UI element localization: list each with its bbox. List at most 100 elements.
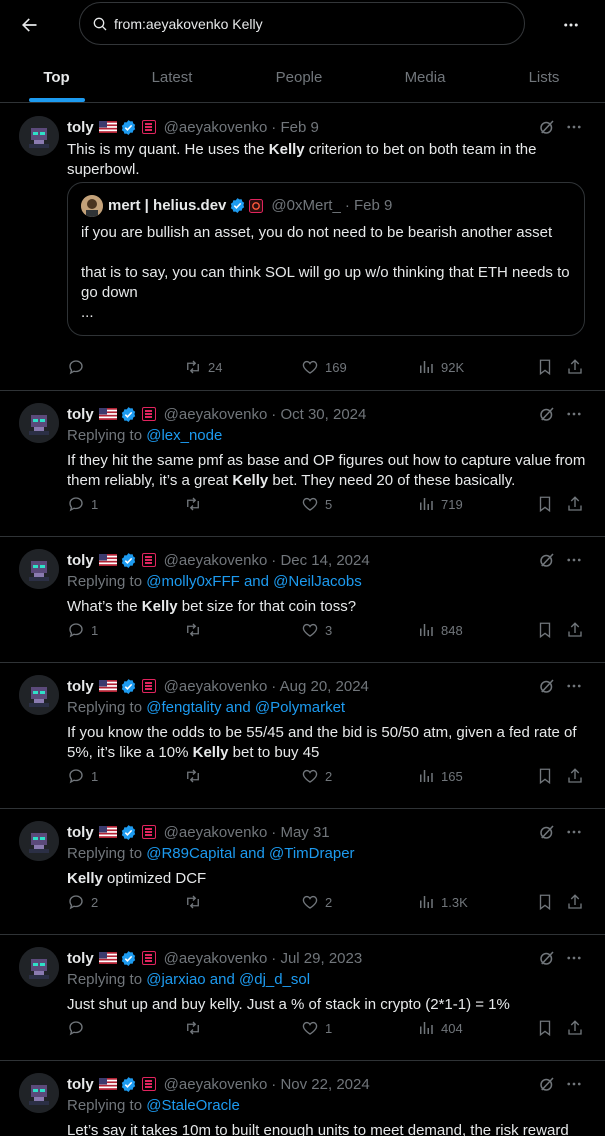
retweet-button[interactable] [184,495,208,513]
verified-icon[interactable] [120,824,137,841]
avatar[interactable] [19,675,59,715]
bookmark-button[interactable] [536,358,554,376]
tab-lists[interactable]: Lists [483,52,605,102]
bookmark-button[interactable] [536,767,554,785]
username-handle[interactable]: @aeyakovenko [164,824,268,841]
tweet-date[interactable]: · Dec 14, 2024 [271,552,369,569]
reply-button[interactable]: 1 [67,767,98,785]
display-name[interactable]: toly [67,119,94,136]
reply-button[interactable]: 2 [67,893,98,911]
grok-icon[interactable] [538,1075,556,1093]
avatar[interactable] [19,821,59,861]
grok-icon[interactable] [538,551,556,569]
tab-media[interactable]: Media [367,52,483,102]
display-name[interactable]: toly [67,406,94,423]
more-icon[interactable] [565,823,583,841]
subscriber-badge-icon[interactable] [141,825,156,839]
more-icon[interactable] [565,1075,583,1093]
subscriber-badge-icon[interactable] [141,407,156,421]
tab-latest[interactable]: Latest [113,52,231,102]
share-button[interactable] [566,767,584,785]
retweet-button[interactable] [184,1019,208,1037]
username-handle[interactable]: @aeyakovenko [164,119,268,136]
tweet-date[interactable]: · Nov 22, 2024 [271,1076,369,1093]
like-button[interactable]: 169 [301,358,347,376]
more-icon[interactable] [565,118,583,136]
more-icon[interactable] [565,405,583,423]
bookmark-button[interactable] [536,893,554,911]
retweet-button[interactable] [184,767,208,785]
more-options-button[interactable] [556,10,586,40]
tweet[interactable]: toly @aeyakovenko · Feb 9 This is my qua… [0,104,605,391]
grok-icon[interactable] [538,118,556,136]
verified-icon[interactable] [120,119,137,136]
tweet[interactable]: toly @aeyakovenko · Dec 14, 2024 Replyin… [0,537,605,663]
tab-people[interactable]: People [231,52,367,102]
subscriber-badge-icon[interactable] [141,553,156,567]
replying-to-link[interactable]: @fengtality and @Polymarket [146,699,345,716]
replying-to-link[interactable]: @R89Capital and @TimDraper [146,845,354,862]
views-button[interactable]: 1.3K [417,893,468,911]
reply-button[interactable] [67,358,91,376]
avatar[interactable] [19,947,59,987]
username-handle[interactable]: @aeyakovenko [164,1076,268,1093]
subscriber-badge-icon[interactable] [141,679,156,693]
subscriber-badge-icon[interactable] [141,1077,156,1091]
username-handle[interactable]: @aeyakovenko [164,950,268,967]
username-handle[interactable]: @aeyakovenko [164,406,268,423]
avatar[interactable] [19,549,59,589]
views-button[interactable]: 92K [417,358,464,376]
verified-icon[interactable] [120,406,137,423]
views-button[interactable]: 165 [417,767,463,785]
subscriber-badge-icon[interactable] [141,120,156,134]
grok-icon[interactable] [538,405,556,423]
like-button[interactable]: 3 [301,621,332,639]
bookmark-button[interactable] [536,495,554,513]
tweet-date[interactable]: · Feb 9 [271,119,319,136]
tweet[interactable]: toly @aeyakovenko · May 31 Replying to @… [0,809,605,935]
bookmark-button[interactable] [536,1019,554,1037]
share-button[interactable] [566,1019,584,1037]
tweet[interactable]: toly @aeyakovenko · Nov 22, 2024 Replyin… [0,1061,605,1136]
avatar[interactable] [19,403,59,443]
like-button[interactable]: 2 [301,893,332,911]
grok-icon[interactable] [538,677,556,695]
share-button[interactable] [566,893,584,911]
tab-top[interactable]: Top [0,52,113,102]
like-button[interactable]: 1 [301,1019,332,1037]
verified-icon[interactable] [120,950,137,967]
retweet-button[interactable] [184,893,208,911]
search-box[interactable] [79,2,525,45]
display-name[interactable]: toly [67,950,94,967]
reply-button[interactable]: 1 [67,495,98,513]
verified-icon[interactable] [120,678,137,695]
display-name[interactable]: toly [67,552,94,569]
verified-icon[interactable] [120,552,137,569]
search-input[interactable] [114,15,494,32]
display-name[interactable]: toly [67,678,94,695]
share-button[interactable] [566,358,584,376]
views-button[interactable]: 848 [417,621,463,639]
retweet-button[interactable]: 24 [184,358,222,376]
retweet-button[interactable] [184,621,208,639]
share-button[interactable] [566,621,584,639]
like-button[interactable]: 2 [301,767,332,785]
avatar[interactable] [19,1073,59,1113]
replying-to-link[interactable]: @lex_node [146,427,222,444]
more-icon[interactable] [565,677,583,695]
tweet[interactable]: toly @aeyakovenko · Jul 29, 2023 Replyin… [0,935,605,1061]
replying-to-link[interactable]: @jarxiao and @dj_d_sol [146,971,310,988]
views-button[interactable]: 404 [417,1019,463,1037]
username-handle[interactable]: @aeyakovenko [164,552,268,569]
more-icon[interactable] [565,551,583,569]
quoted-tweet[interactable]: mert | helius.dev @0xMert_ · Feb 9 if yo… [67,182,585,336]
avatar[interactable] [19,116,59,156]
replying-to-link[interactable]: @StaleOracle [146,1097,240,1114]
verified-icon[interactable] [120,1076,137,1093]
more-icon[interactable] [565,949,583,967]
grok-icon[interactable] [538,949,556,967]
reply-button[interactable]: 1 [67,621,98,639]
tweet-date[interactable]: · May 31 [271,824,329,841]
share-button[interactable] [566,495,584,513]
display-name[interactable]: toly [67,824,94,841]
